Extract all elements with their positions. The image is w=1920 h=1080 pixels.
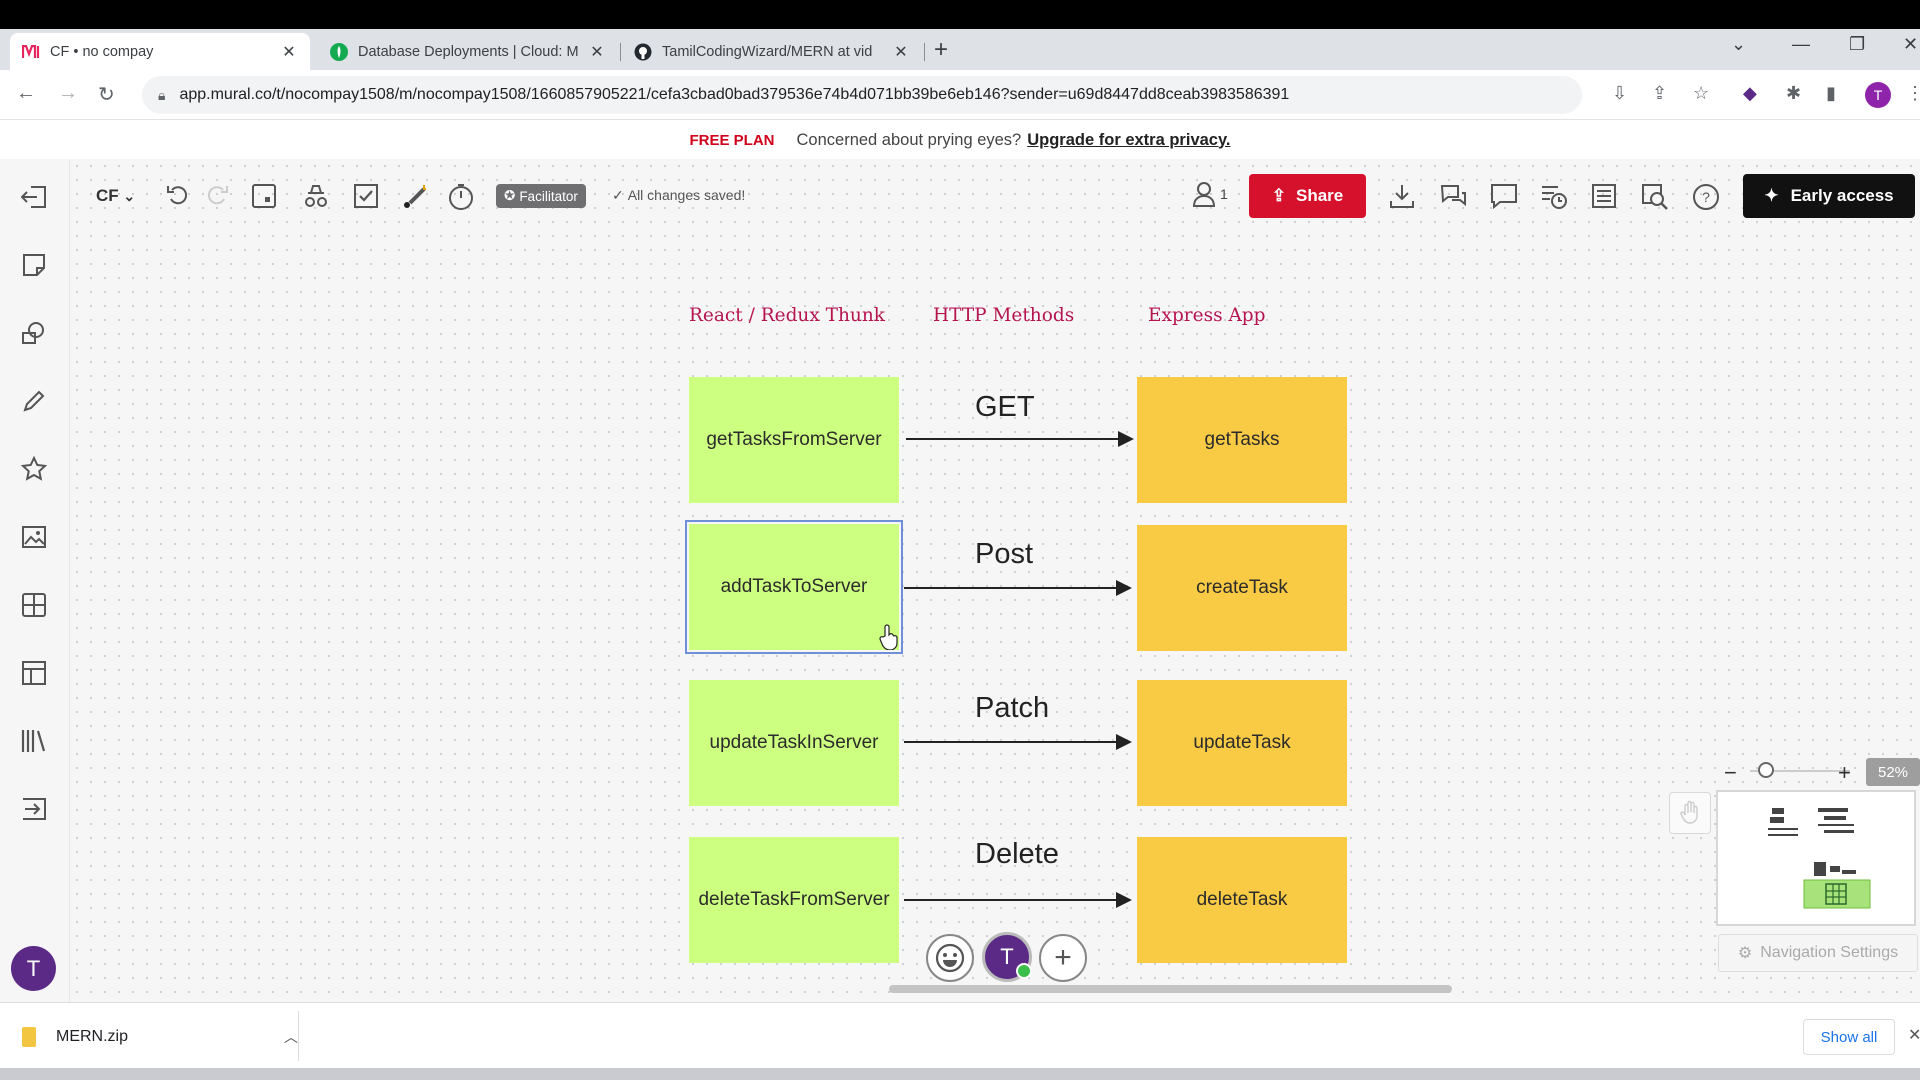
taskbar-strip xyxy=(0,1068,1920,1080)
zip-file-icon xyxy=(22,1027,36,1047)
connector-arrows xyxy=(904,431,1134,908)
online-status-icon xyxy=(1016,963,1032,979)
download-file-name: MERN.zip xyxy=(56,1028,129,1045)
zoom-level[interactable]: 52% xyxy=(1866,758,1920,786)
hand-cursor-icon xyxy=(879,624,898,650)
gear-icon: ⚙ xyxy=(1737,945,1753,962)
zoom-in-icon[interactable]: + xyxy=(1838,760,1851,786)
minimap-shape xyxy=(1772,808,1784,814)
download-divider xyxy=(298,1011,299,1061)
minimap-shape xyxy=(1824,816,1846,820)
navigation-settings-button[interactable]: ⚙ Navigation Settings xyxy=(1718,934,1918,972)
download-bar: MERN.zip ︿ Show all ✕ xyxy=(0,1002,1920,1068)
minimap-preview xyxy=(1768,808,1871,909)
smiley-icon xyxy=(935,943,965,973)
minimap-shape xyxy=(1770,817,1784,823)
zoom-out-icon[interactable]: − xyxy=(1724,760,1737,786)
pan-hand-button[interactable] xyxy=(1669,792,1711,834)
invite-plus-button[interactable]: + xyxy=(1039,934,1087,982)
reactions-button[interactable] xyxy=(926,934,974,982)
minimap-shape xyxy=(1768,828,1798,830)
download-item[interactable]: MERN.zip ︿ xyxy=(22,1021,298,1053)
minimap-shape xyxy=(1842,870,1856,874)
zoom-slider-handle[interactable] xyxy=(1758,762,1774,778)
navigation-settings-label: Navigation Settings xyxy=(1760,944,1899,961)
minimap-shape xyxy=(1768,834,1798,836)
hand-icon xyxy=(1680,800,1698,824)
horizontal-scrollbar[interactable] xyxy=(889,985,1452,993)
minimap-shape xyxy=(1830,866,1840,872)
show-all-button[interactable]: Show all xyxy=(1803,1019,1895,1055)
minimap[interactable] xyxy=(1716,790,1916,926)
chevron-up-icon[interactable]: ︿ xyxy=(284,1027,298,1047)
minimap-shape xyxy=(1818,824,1854,826)
close-download-bar-icon[interactable]: ✕ xyxy=(1908,1025,1920,1045)
minimap-shape xyxy=(1814,862,1826,876)
minimap-shape xyxy=(1824,830,1854,833)
minimap-shape xyxy=(1818,808,1848,812)
